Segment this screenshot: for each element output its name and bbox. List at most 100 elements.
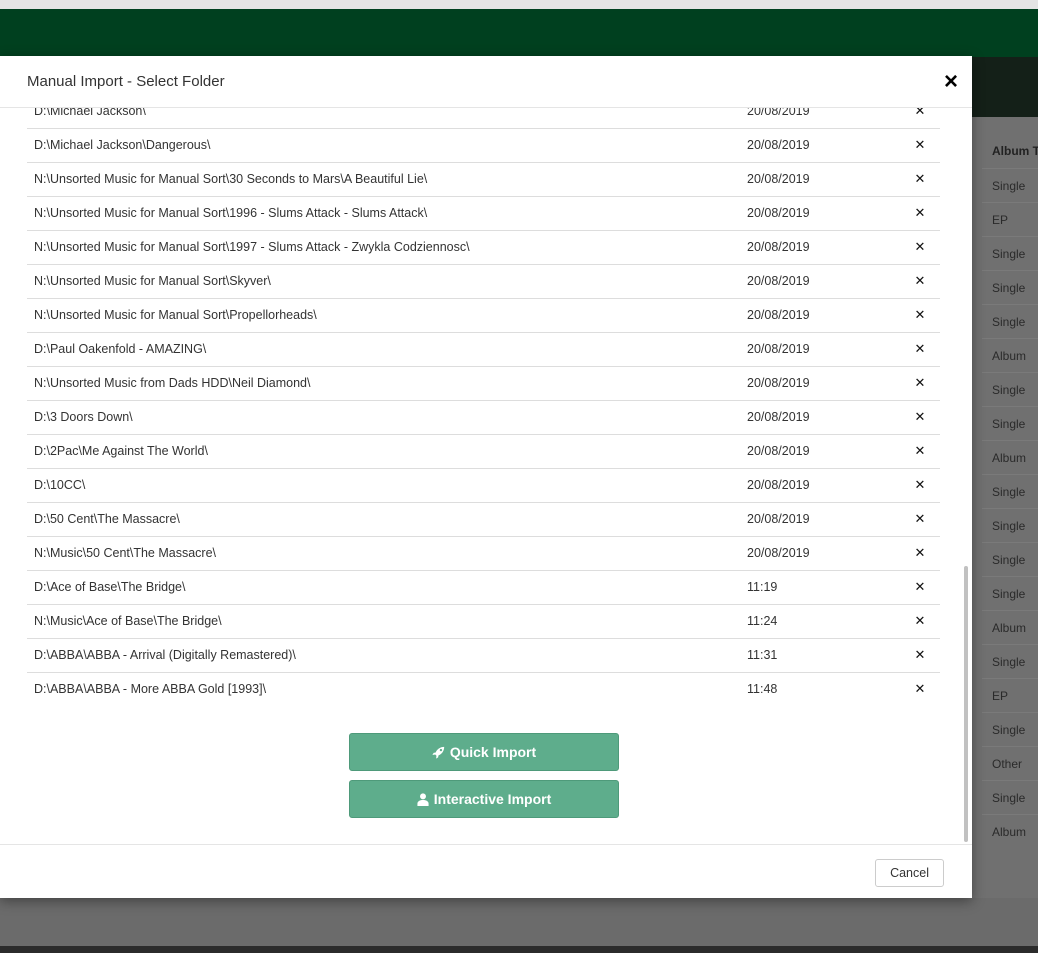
close-icon[interactable]: ✕	[915, 545, 926, 560]
folder-path[interactable]: D:\Michael Jackson\	[27, 108, 740, 128]
close-icon[interactable]: ✕	[915, 647, 926, 662]
interactive-import-button[interactable]: Interactive Import	[349, 780, 619, 818]
folder-path[interactable]: N:\Unsorted Music for Manual Sort\Skyver…	[27, 263, 740, 298]
folder-row[interactable]: N:\Music\50 Cent\The Massacre\ 20/08/2019…	[27, 535, 940, 570]
album-type-cell: Single	[982, 236, 1038, 270]
remove-folder-cell: ✕	[900, 331, 940, 366]
close-icon[interactable]: ✕	[915, 108, 926, 118]
modal-scrollbar-thumb[interactable]	[964, 566, 968, 842]
remove-folder-cell: ✕	[900, 569, 940, 604]
folder-last-used: 20/08/2019	[740, 365, 900, 400]
album-type-cell: Album	[982, 610, 1038, 644]
folder-row[interactable]: N:\Unsorted Music for Manual Sort\Propel…	[27, 297, 940, 332]
close-icon[interactable]: ✕	[915, 273, 926, 288]
recent-folders-table: D:\Michael Jackson\ 20/08/2019 ✕ D:\Michael…	[27, 108, 940, 706]
remove-folder-cell: ✕	[900, 263, 940, 298]
folder-last-used: 20/08/2019	[740, 297, 900, 332]
close-icon[interactable]: ×	[944, 69, 958, 94]
import-buttons: Quick Import Interactive Import	[349, 733, 619, 827]
app-footer	[0, 898, 1038, 946]
folder-last-used: 20/08/2019	[740, 229, 900, 264]
folder-path[interactable]: N:\Unsorted Music for Manual Sort\1996 -…	[27, 195, 740, 230]
close-icon[interactable]: ✕	[915, 443, 926, 458]
album-type-cell: Single	[982, 168, 1038, 202]
close-icon[interactable]: ✕	[915, 613, 926, 628]
folder-row[interactable]: D:\ABBA\ABBA - More ABBA Gold [1993]\ 11:…	[27, 671, 940, 706]
folder-row[interactable]: D:\Ace of Base\The Bridge\ 11:19 ✕	[27, 569, 940, 604]
rocket-icon	[432, 746, 444, 759]
folder-path[interactable]: N:\Unsorted Music from Dads HDD\Neil Dia…	[27, 365, 740, 400]
folder-path[interactable]: D:\2Pac\Me Against The World\	[27, 433, 740, 468]
folder-row[interactable]: D:\ABBA\ABBA - Arrival (Digitally Remast…	[27, 637, 940, 672]
folder-last-used: 20/08/2019	[740, 161, 900, 196]
manual-import-modal: Manual Import - Select Folder × D:\Micha…	[0, 56, 972, 898]
folder-path[interactable]: D:\ABBA\ABBA - Arrival (Digitally Remast…	[27, 637, 740, 672]
folder-row[interactable]: D:\3 Doors Down\ 20/08/2019 ✕	[27, 399, 940, 434]
folder-path[interactable]: D:\Ace of Base\The Bridge\	[27, 569, 740, 604]
modal-header: Manual Import - Select Folder ×	[0, 56, 972, 108]
folder-path[interactable]: D:\10CC\	[27, 467, 740, 502]
folder-last-used: 20/08/2019	[740, 263, 900, 298]
folder-row[interactable]: N:\Unsorted Music for Manual Sort\30 Sec…	[27, 161, 940, 196]
close-icon[interactable]: ✕	[915, 205, 926, 220]
folder-path[interactable]: D:\3 Doors Down\	[27, 399, 740, 434]
album-type-cell: Single	[982, 270, 1038, 304]
close-icon[interactable]: ✕	[915, 239, 926, 254]
folder-last-used: 20/08/2019	[740, 127, 900, 162]
folder-path[interactable]: N:\Music\Ace of Base\The Bridge\	[27, 603, 740, 638]
close-icon[interactable]: ✕	[915, 477, 926, 492]
folder-row[interactable]: N:\Music\Ace of Base\The Bridge\ 11:24 ✕	[27, 603, 940, 638]
folder-row[interactable]: D:\50 Cent\The Massacre\ 20/08/2019 ✕	[27, 501, 940, 536]
remove-folder-cell: ✕	[900, 637, 940, 672]
folder-row[interactable]: N:\Unsorted Music for Manual Sort\1997 -…	[27, 229, 940, 264]
close-icon[interactable]: ✕	[915, 137, 926, 152]
modal-title: Manual Import - Select Folder	[27, 73, 225, 90]
close-icon[interactable]: ✕	[915, 171, 926, 186]
close-icon[interactable]: ✕	[915, 409, 926, 424]
folder-last-used: 20/08/2019	[740, 195, 900, 230]
folder-path[interactable]: N:\Unsorted Music for Manual Sort\1997 -…	[27, 229, 740, 264]
folder-path[interactable]: N:\Unsorted Music for Manual Sort\Propel…	[27, 297, 740, 332]
folder-path[interactable]: D:\ABBA\ABBA - More ABBA Gold [1993]\	[27, 671, 740, 706]
folder-row[interactable]: N:\Unsorted Music for Manual Sort\Skyver…	[27, 263, 940, 298]
folder-last-used: 20/08/2019	[740, 535, 900, 570]
folder-path[interactable]: D:\50 Cent\The Massacre\	[27, 501, 740, 536]
taskbar-strip	[0, 946, 1038, 953]
folder-path[interactable]: D:\Michael Jackson\Dangerous\	[27, 127, 740, 162]
close-icon[interactable]: ✕	[915, 341, 926, 356]
folder-row[interactable]: D:\Michael Jackson\ 20/08/2019 ✕	[27, 108, 940, 128]
remove-folder-cell: ✕	[900, 399, 940, 434]
album-type-header: Album T	[992, 144, 1038, 158]
folder-last-used: 20/08/2019	[740, 331, 900, 366]
album-type-cell: Album	[982, 814, 1038, 848]
remove-folder-cell: ✕	[900, 365, 940, 400]
folder-row[interactable]: D:\10CC\ 20/08/2019 ✕	[27, 467, 940, 502]
quick-import-button[interactable]: Quick Import	[349, 733, 619, 771]
folder-path[interactable]: N:\Music\50 Cent\The Massacre\	[27, 535, 740, 570]
folder-row[interactable]: N:\Unsorted Music for Manual Sort\1996 -…	[27, 195, 940, 230]
album-type-cell: Single	[982, 474, 1038, 508]
album-type-cell: Single	[982, 542, 1038, 576]
close-icon[interactable]: ✕	[915, 681, 926, 696]
remove-folder-cell: ✕	[900, 195, 940, 230]
album-type-cell: Single	[982, 780, 1038, 814]
folder-row[interactable]: D:\Michael Jackson\Dangerous\ 20/08/2019 ✕	[27, 127, 940, 162]
close-icon[interactable]: ✕	[915, 307, 926, 322]
folder-last-used: 20/08/2019	[740, 467, 900, 502]
folder-row[interactable]: N:\Unsorted Music from Dads HDD\Neil Dia…	[27, 365, 940, 400]
remove-folder-cell: ✕	[900, 108, 940, 128]
folder-last-used: 11:24	[740, 603, 900, 638]
folder-last-used: 20/08/2019	[740, 433, 900, 468]
folder-path[interactable]: N:\Unsorted Music for Manual Sort\30 Sec…	[27, 161, 740, 196]
folder-path[interactable]: D:\Paul Oakenfold - AMAZING\	[27, 331, 740, 366]
album-type-cell: Single	[982, 304, 1038, 338]
album-type-cell: EP	[982, 202, 1038, 236]
folder-row[interactable]: D:\Paul Oakenfold - AMAZING\ 20/08/2019 ✕	[27, 331, 940, 366]
close-icon[interactable]: ✕	[915, 511, 926, 526]
close-icon[interactable]: ✕	[915, 579, 926, 594]
folder-last-used: 20/08/2019	[740, 399, 900, 434]
folder-row[interactable]: D:\2Pac\Me Against The World\ 20/08/2019 ✕	[27, 433, 940, 468]
close-icon[interactable]: ✕	[915, 375, 926, 390]
cancel-button[interactable]: Cancel	[875, 859, 944, 887]
folder-last-used: 11:19	[740, 569, 900, 604]
